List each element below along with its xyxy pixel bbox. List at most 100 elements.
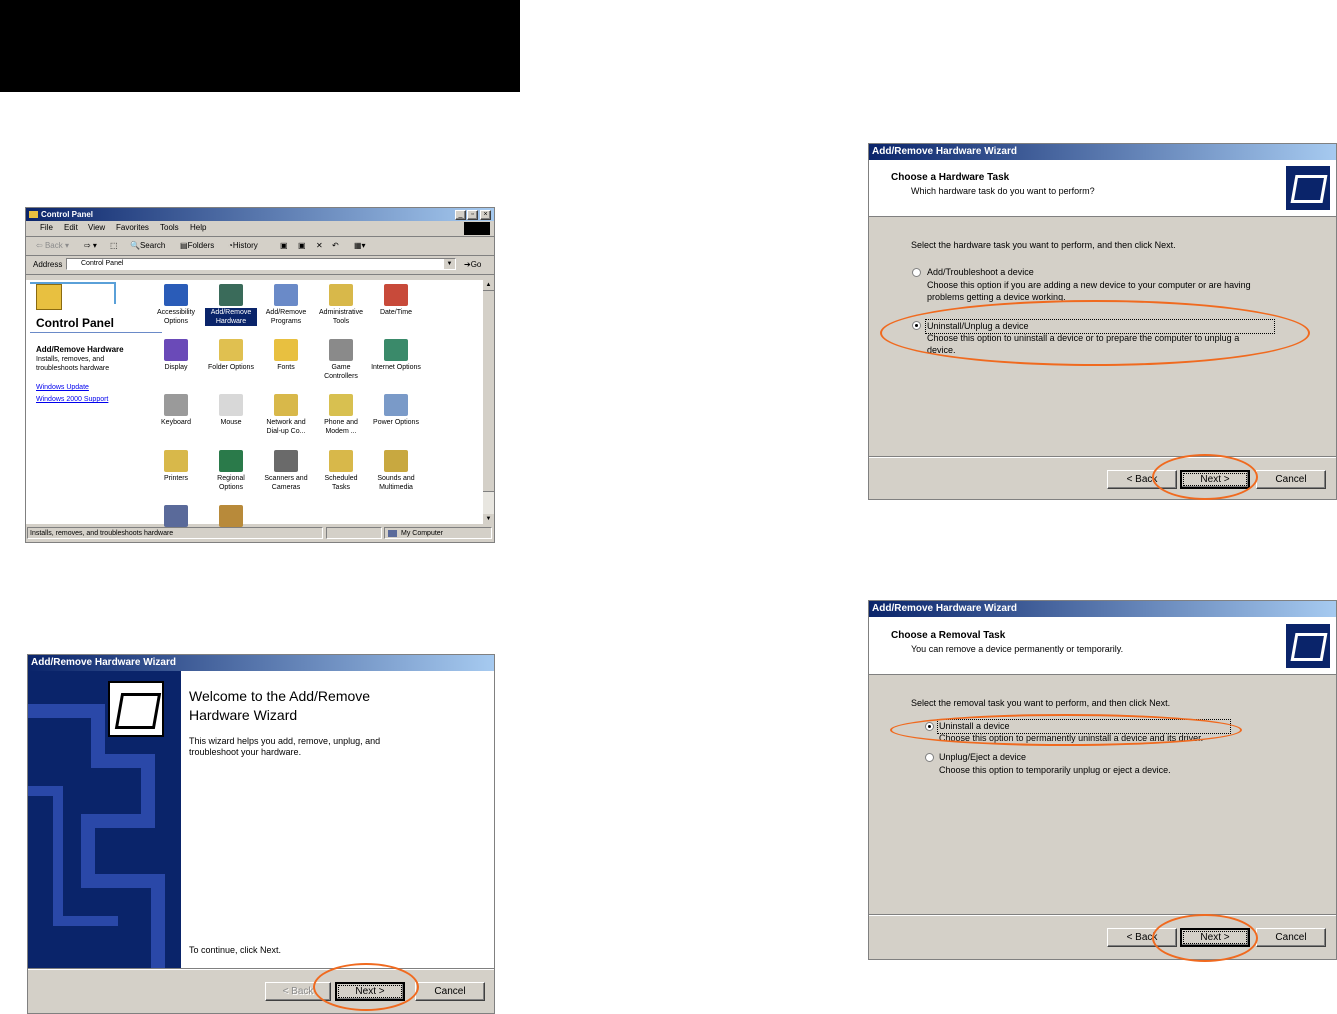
- welcome-heading: Welcome to the Add/Remove Hardware Wizar…: [189, 688, 371, 723]
- cp-item-joystick-icon[interactable]: Game Controllers: [315, 339, 367, 381]
- welcome-wizard-titlebar: Add/Remove Hardware Wizard: [28, 655, 494, 671]
- menu-file[interactable]: File: [40, 223, 53, 232]
- back-button[interactable]: < Back: [1107, 470, 1177, 489]
- cp-item-fonts-icon[interactable]: Fonts: [260, 339, 312, 372]
- next-button[interactable]: Next >: [335, 982, 405, 1001]
- menu-view[interactable]: View: [88, 223, 105, 232]
- next-button[interactable]: Next >: [1180, 470, 1250, 489]
- cp-item-hardware-icon[interactable]: Add/Remove Hardware: [205, 284, 257, 326]
- cp-item-scanner-icon[interactable]: Scanners and Cameras: [260, 450, 312, 492]
- cp-item-tasks-icon[interactable]: Scheduled Tasks: [315, 450, 367, 492]
- close-button[interactable]: ×: [480, 210, 491, 220]
- address-value: Control Panel: [81, 260, 124, 267]
- maximize-button[interactable]: ▫: [467, 210, 478, 220]
- scroll-thumb[interactable]: [483, 291, 494, 492]
- task-wizard-window: Add/Remove Hardware Wizard Choose a Hard…: [868, 143, 1337, 500]
- option-unplug-eject-label[interactable]: Unplug/Eject a device: [939, 752, 1026, 763]
- cp-item-clock-icon[interactable]: Date/Time: [370, 284, 422, 317]
- cp-item-label: Network and Dial-up Co...: [266, 419, 306, 435]
- menu-favorites[interactable]: Favorites: [116, 223, 149, 232]
- hardware-wizard-icon: [1286, 624, 1330, 668]
- left-pane-title: Control Panel: [36, 316, 115, 330]
- menu-tools[interactable]: Tools: [160, 223, 179, 232]
- back-button[interactable]: ⇦ Back ▾: [36, 241, 69, 250]
- address-dropdown-icon[interactable]: ▼: [444, 259, 455, 269]
- scroll-down-arrow-icon[interactable]: ▼: [483, 514, 494, 524]
- up-folder-icon[interactable]: ⬚: [110, 241, 118, 250]
- option-add-troubleshoot-desc1: Choose this option if you are adding a n…: [927, 280, 1251, 290]
- status-blank: [326, 527, 382, 539]
- menu-edit[interactable]: Edit: [64, 223, 78, 232]
- option-add-troubleshoot-label[interactable]: Add/Troubleshoot a device: [927, 267, 1034, 278]
- back-button[interactable]: < Back: [265, 982, 331, 1001]
- option-uninstall-unplug-desc1: Choose this option to uninstall a device…: [927, 333, 1240, 343]
- toolbar: ⇦ Back ▾ ⇨ ▾ ⬚ 🔍Search ▤Folders ◔History…: [26, 237, 494, 256]
- welcome-footer: To continue, click Next.: [189, 945, 282, 955]
- cp-item-label: Mouse: [220, 419, 242, 426]
- radio-uninstall-unplug[interactable]: [912, 321, 921, 330]
- cancel-button[interactable]: Cancel: [415, 982, 485, 1001]
- option-uninstall-unplug-label[interactable]: Uninstall/Unplug a device: [925, 319, 1275, 334]
- views-icon[interactable]: ▦▾: [354, 241, 366, 250]
- button-separator: [869, 456, 1336, 458]
- users-icon: [219, 505, 243, 527]
- link-windows-update[interactable]: Windows Update: [36, 384, 89, 391]
- vertical-scrollbar[interactable]: ▲ ▼: [483, 280, 494, 524]
- cp-item-label: Display: [164, 364, 188, 371]
- scroll-up-arrow-icon[interactable]: ▲: [483, 280, 494, 291]
- address-field[interactable]: Control Panel ▼: [66, 258, 456, 270]
- task-wizard-header: Choose a Hardware Task Which hardware ta…: [869, 160, 1336, 217]
- menu-bar: File Edit View Favorites Tools Help: [26, 222, 494, 237]
- delete-icon[interactable]: ✕: [316, 241, 323, 250]
- radio-unplug-eject[interactable]: [925, 753, 934, 762]
- move-to-icon[interactable]: ▣: [280, 241, 288, 250]
- cancel-button[interactable]: Cancel: [1256, 928, 1326, 947]
- cp-item-accessibility-icon[interactable]: Accessibility Options: [150, 284, 202, 326]
- cp-item-keyboard-icon[interactable]: Keyboard: [150, 394, 202, 427]
- forward-button[interactable]: ⇨ ▾: [84, 241, 97, 250]
- globe-icon: [384, 339, 408, 361]
- accessibility-icon: [164, 284, 188, 306]
- cp-item-phone-icon[interactable]: Phone and Modem ...: [315, 394, 367, 436]
- go-button[interactable]: ➔Go: [464, 260, 481, 269]
- cancel-button[interactable]: Cancel: [1256, 470, 1326, 489]
- window-title: Control Panel: [41, 210, 94, 219]
- printer-icon: [164, 450, 188, 472]
- history-button[interactable]: ◔History: [228, 241, 258, 250]
- search-button[interactable]: 🔍Search: [130, 241, 165, 250]
- next-button[interactable]: Next >: [1180, 928, 1250, 947]
- cp-item-power-icon[interactable]: Power Options: [370, 394, 422, 427]
- copy-to-icon[interactable]: ▣: [298, 241, 306, 250]
- folder-icon: [29, 211, 38, 219]
- cp-item-globe-icon[interactable]: Regional Options: [205, 450, 257, 492]
- cp-item-programs-icon[interactable]: Add/Remove Programs: [260, 284, 312, 326]
- button-separator: [28, 968, 494, 970]
- option-add-troubleshoot-desc2: problems getting a device working.: [927, 292, 1066, 302]
- link-windows-2000-support[interactable]: Windows 2000 Support: [36, 396, 108, 403]
- cp-item-admin-tools-icon[interactable]: Administrative Tools: [315, 284, 367, 326]
- power-icon: [384, 394, 408, 416]
- radio-add-troubleshoot[interactable]: [912, 268, 921, 277]
- folders-button[interactable]: ▤Folders: [180, 241, 214, 250]
- cp-item-display-icon[interactable]: Display: [150, 339, 202, 372]
- option-uninstall-device-label[interactable]: Uninstall a device: [937, 719, 1231, 734]
- mouse-icon: [219, 394, 243, 416]
- cp-item-mouse-icon[interactable]: Mouse: [205, 394, 257, 427]
- undo-icon[interactable]: ↶: [332, 241, 339, 250]
- minimize-button[interactable]: _: [455, 210, 466, 220]
- cp-item-network-icon[interactable]: Network and Dial-up Co...: [260, 394, 312, 436]
- cp-item-printer-icon[interactable]: Printers: [150, 450, 202, 483]
- cp-item-folder-options-icon[interactable]: Folder Options: [205, 339, 257, 372]
- cp-item-globe-icon[interactable]: Internet Options: [370, 339, 422, 372]
- tasks-icon: [329, 450, 353, 472]
- joystick-icon: [329, 339, 353, 361]
- hardware-wizard-icon: [1286, 166, 1330, 210]
- radio-uninstall-device[interactable]: [925, 722, 934, 731]
- menu-help[interactable]: Help: [190, 223, 206, 232]
- task-wizard-subheading: Which hardware task do you want to perfo…: [911, 186, 1095, 196]
- cp-item-speaker-icon[interactable]: Sounds and Multimedia: [370, 450, 422, 492]
- back-button[interactable]: < Back: [1107, 928, 1177, 947]
- option-unplug-eject-desc: Choose this option to temporarily unplug…: [939, 765, 1171, 775]
- option-uninstall-device-desc: Choose this option to permanently uninst…: [939, 733, 1204, 743]
- network-icon: [274, 394, 298, 416]
